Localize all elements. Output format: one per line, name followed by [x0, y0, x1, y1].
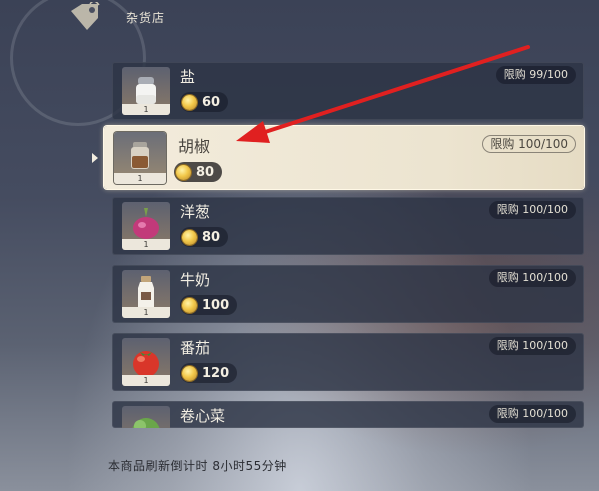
- refresh-countdown: 本商品刷新倒计时 8小时55分钟: [108, 459, 287, 473]
- item-thumbnail: 1: [114, 132, 166, 184]
- shop-item-milk[interactable]: 1 牛奶 100 限购 100/100: [112, 265, 584, 323]
- mora-coin-icon: [176, 164, 191, 180]
- shop-item-cabbage[interactable]: 卷心菜 限购 100/100: [112, 401, 584, 428]
- purchase-limit: 限购 100/100: [488, 405, 576, 423]
- mora-coin-icon: [182, 94, 197, 110]
- item-count: 1: [122, 375, 170, 386]
- price-value: 80: [202, 229, 221, 245]
- purchase-limit: 限购 100/100: [488, 201, 576, 219]
- shop-item-pepper[interactable]: 1 胡椒 80 限购 100/100: [104, 126, 584, 189]
- item-price: 80: [174, 162, 223, 182]
- shop-item-onion[interactable]: 1 洋葱 80 限购 100/100: [112, 197, 584, 255]
- selection-indicator-icon: [92, 153, 98, 163]
- shop-item-salt[interactable]: 1 盐 60 限购 99/100: [112, 62, 584, 120]
- mora-coin-icon: [182, 365, 197, 381]
- item-count: 1: [122, 104, 170, 115]
- purchase-limit: 限购 100/100: [488, 269, 576, 287]
- item-thumbnail: 1: [122, 338, 170, 386]
- mora-coin-icon: [182, 297, 197, 313]
- price-value: 60: [202, 94, 221, 110]
- item-price: 120: [180, 363, 238, 383]
- item-count: 1: [122, 307, 170, 318]
- price-value: 100: [202, 297, 230, 313]
- item-thumbnail: 1: [122, 270, 170, 318]
- item-name: 卷心菜: [180, 407, 226, 425]
- purchase-limit: 限购 100/100: [488, 337, 576, 355]
- purchase-limit: 限购 100/100: [482, 135, 576, 153]
- shop-item-tomato[interactable]: 1 番茄 120 限购 100/100: [112, 333, 584, 391]
- item-thumbnail: 1: [122, 67, 170, 115]
- cabbage-icon: [132, 418, 160, 428]
- item-name: 番茄: [180, 339, 211, 357]
- purchase-limit: 限购 99/100: [495, 66, 576, 84]
- item-thumbnail: 1: [122, 202, 170, 250]
- item-name: 盐: [180, 68, 196, 86]
- item-price: 80: [180, 227, 229, 247]
- item-price: 100: [180, 295, 238, 315]
- item-list: 1 盐 60 限购 99/100 1 胡椒 80 限购 100/100 1 洋葱…: [0, 0, 599, 491]
- mora-coin-icon: [182, 229, 197, 245]
- price-value: 80: [196, 164, 215, 180]
- item-thumbnail: [122, 406, 170, 428]
- item-name: 洋葱: [180, 203, 211, 221]
- price-value: 120: [202, 365, 230, 381]
- item-price: 60: [180, 92, 229, 112]
- item-name: 牛奶: [180, 271, 211, 289]
- item-count: 1: [114, 173, 166, 184]
- item-name: 胡椒: [178, 137, 211, 156]
- item-count: 1: [122, 239, 170, 250]
